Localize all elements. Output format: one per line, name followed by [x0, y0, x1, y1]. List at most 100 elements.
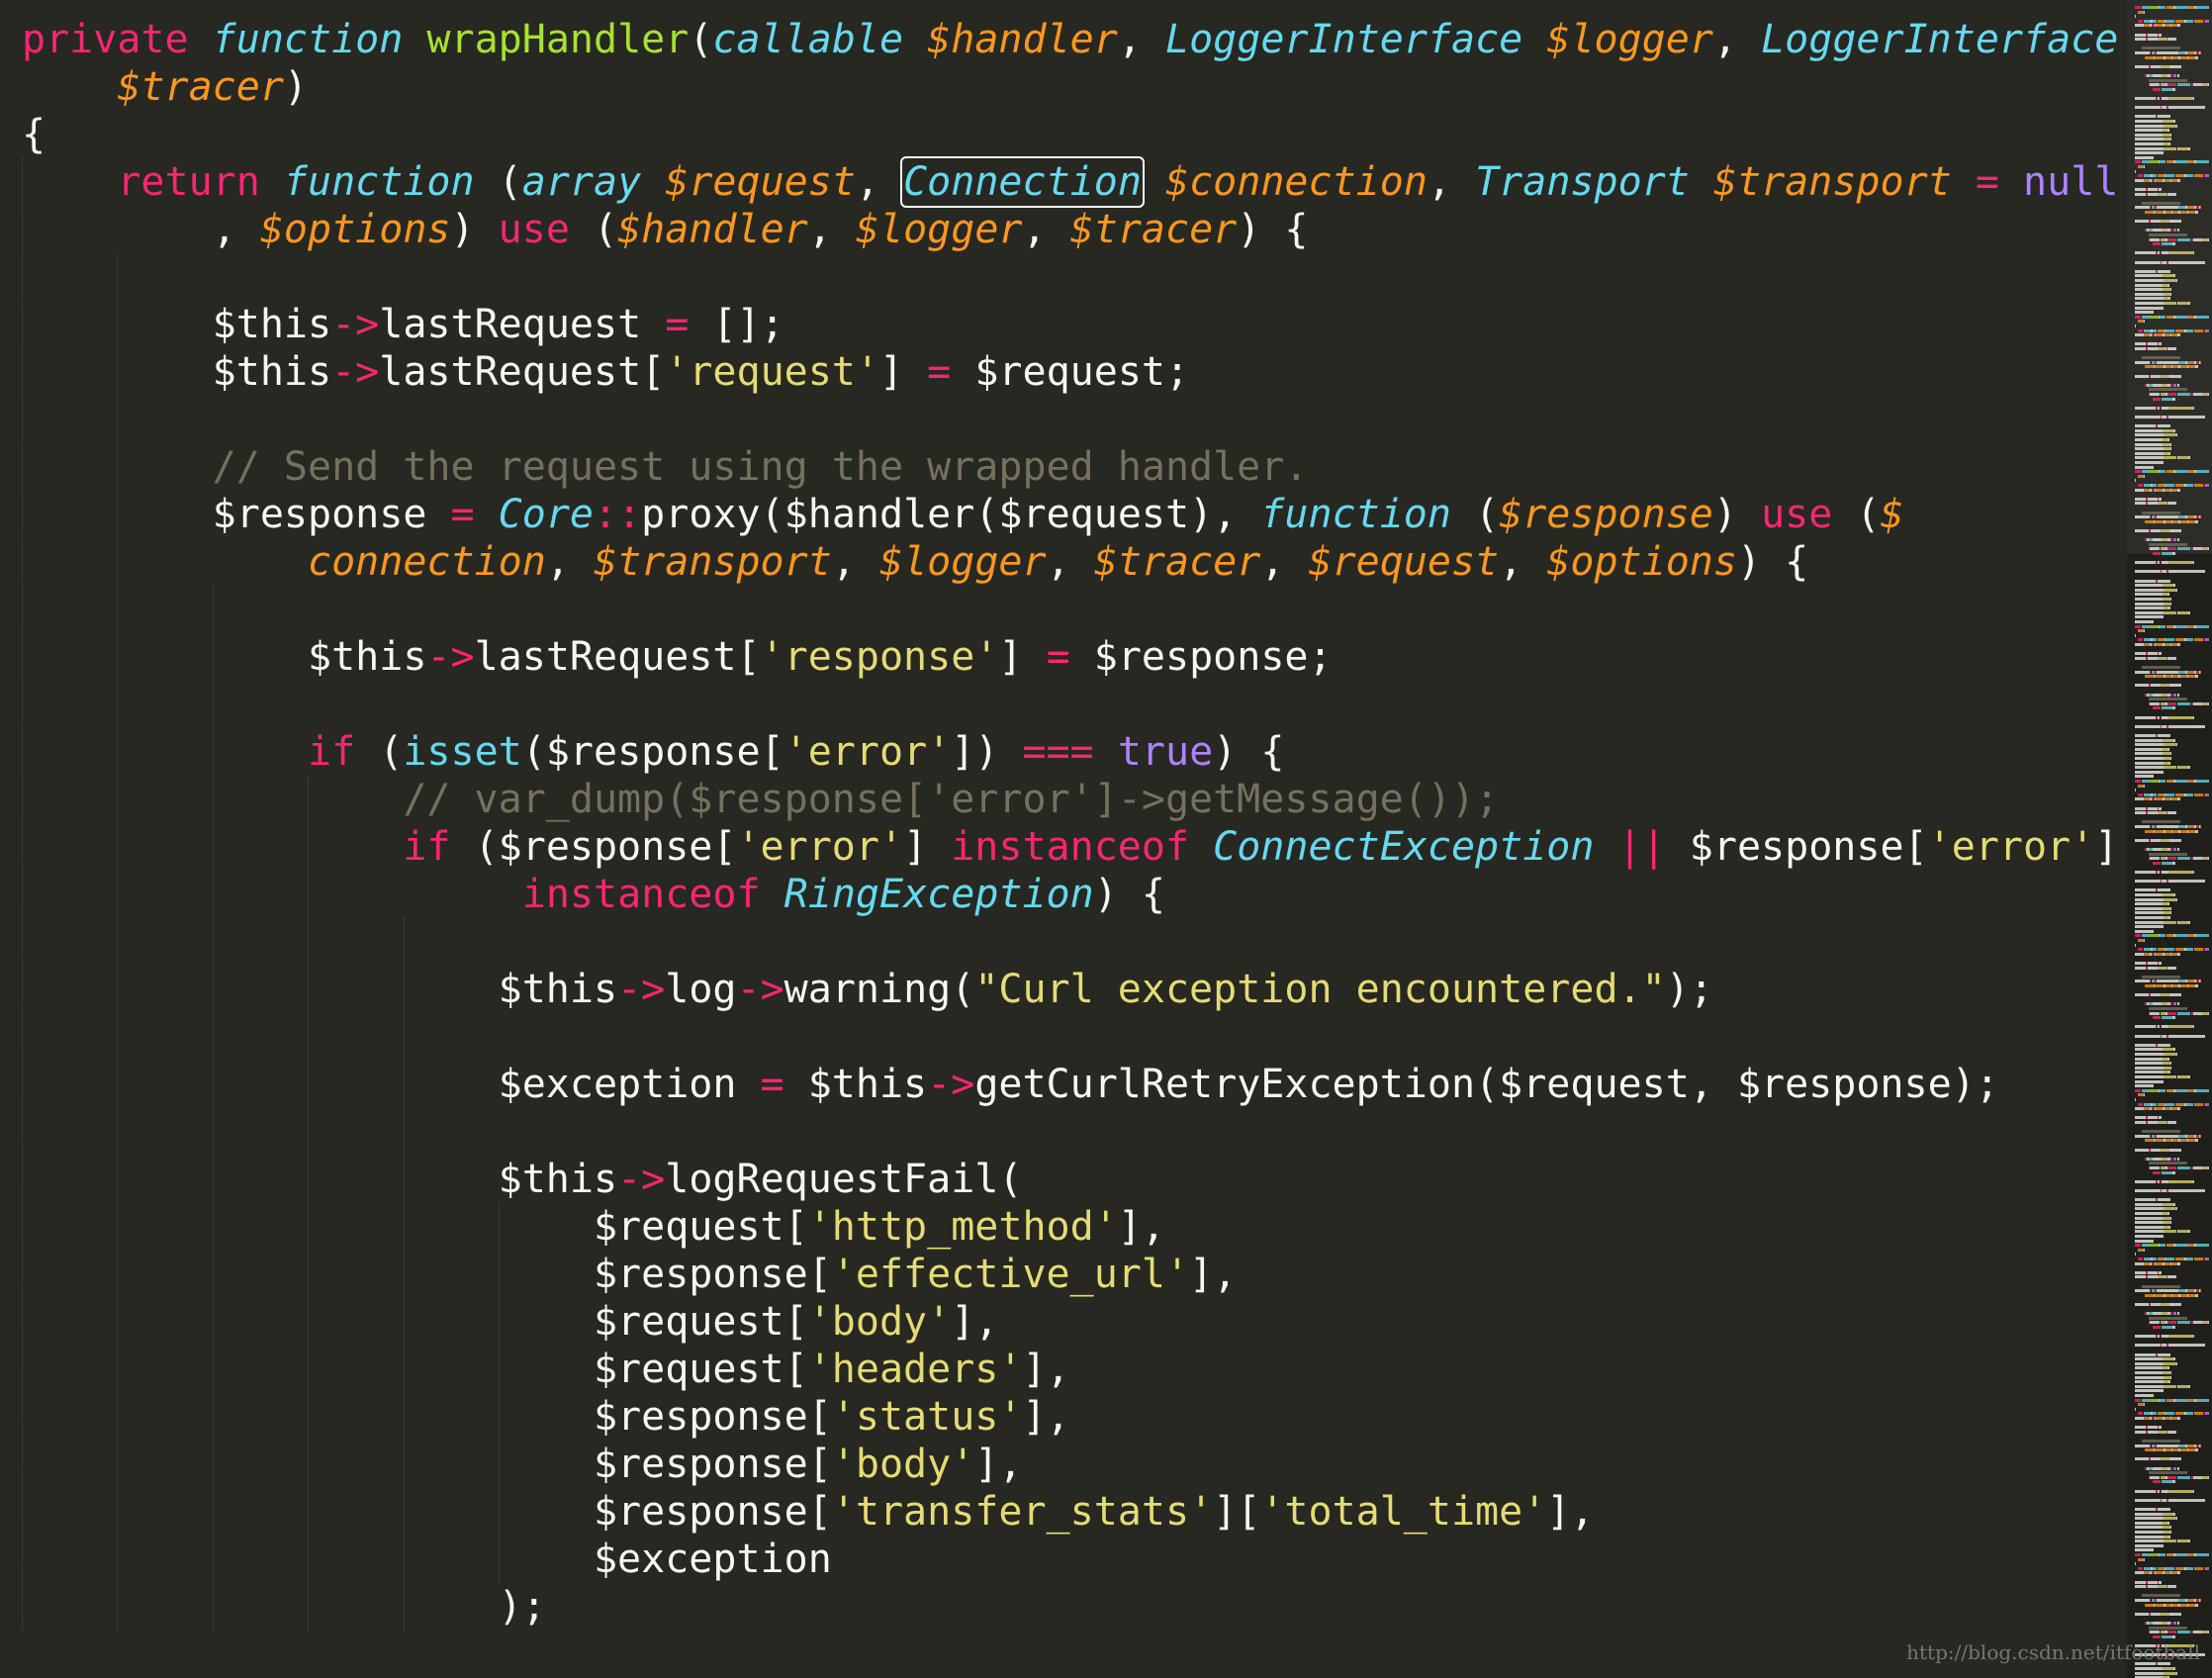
minimap-line — [2179, 365, 2187, 369]
minimap-line — [2135, 1612, 2150, 1616]
minimap-line — [2135, 64, 2150, 68]
minimap-line — [2135, 274, 2164, 278]
minimap-line — [2166, 1566, 2174, 1570]
code-line[interactable]: $response['body'], — [22, 1441, 2118, 1488]
minimap-line — [2188, 146, 2191, 150]
minimap-line — [2186, 515, 2195, 519]
minimap-line — [2144, 629, 2146, 633]
code-token: $response[ — [22, 1252, 832, 1297]
minimap-line — [2147, 811, 2158, 815]
code-line[interactable]: $response = Core::proxy($handler($reques… — [22, 491, 2118, 538]
minimap-line — [2162, 1480, 2173, 1484]
code-token: $handler — [927, 17, 1118, 62]
code-line[interactable]: return function (array $request, Connect… — [22, 156, 2118, 208]
code-line[interactable]: $response['status'], — [22, 1393, 2118, 1441]
code-line[interactable] — [22, 253, 2118, 301]
code-line[interactable]: instanceof RingException) { — [22, 871, 2118, 918]
minimap-line — [2148, 78, 2187, 82]
code-line[interactable]: $this->lastRequest = []; — [22, 301, 2118, 348]
code-line[interactable]: if (isset($response['error']) === true) … — [22, 728, 2118, 776]
minimap-line — [2157, 1444, 2179, 1447]
minimap-line — [2135, 1521, 2164, 1525]
code-line[interactable]: $response['transfer_stats']['total_time'… — [22, 1488, 2118, 1536]
minimap-line — [2163, 588, 2176, 592]
code-line[interactable]: // Send the request using the wrapped ha… — [22, 443, 2118, 491]
minimap-line — [2168, 106, 2205, 110]
minimap-line — [2135, 220, 2150, 224]
minimap-line — [2145, 211, 2154, 214]
minimap-line — [2135, 1116, 2147, 1120]
minimap-line — [2135, 433, 2164, 437]
minimap-line — [2157, 1585, 2166, 1589]
code-line[interactable]: , $options) use ($handler, $logger, $tra… — [22, 206, 2118, 253]
code-line[interactable]: ); — [22, 1583, 2118, 1631]
minimap-line — [2168, 1225, 2170, 1229]
minimap-line — [2150, 1289, 2152, 1293]
minimap-line — [2135, 1535, 2164, 1538]
minimap-line — [2135, 133, 2164, 137]
code-line[interactable] — [22, 396, 2118, 443]
code-line[interactable]: // var_dump($response['error']->getMessa… — [22, 776, 2118, 823]
code-line[interactable]: $request['body'], — [22, 1298, 2118, 1346]
code-line[interactable] — [22, 681, 2118, 728]
code-line[interactable]: if ($response['error'] instanceof Connec… — [22, 823, 2118, 871]
minimap-line — [2159, 1244, 2166, 1248]
minimap-line — [2207, 1166, 2209, 1169]
code-token: -> — [426, 634, 475, 680]
code-line[interactable]: $this->logRequestFail( — [22, 1156, 2118, 1203]
code-token: = — [760, 1062, 784, 1107]
minimap-line — [2144, 484, 2152, 487]
code-line[interactable] — [22, 1108, 2118, 1156]
minimap-line — [2150, 393, 2161, 396]
code-area[interactable]: private function wrapHandler(callable $h… — [22, 16, 2118, 1631]
minimap-line — [2163, 1539, 2177, 1543]
minimap-line — [2167, 38, 2176, 42]
code-line[interactable]: connection, $transport, $logger, $tracer… — [22, 538, 2118, 586]
minimap[interactable] — [2127, 0, 2212, 1678]
minimap-line — [2172, 861, 2175, 865]
minimap-line — [2141, 1130, 2180, 1134]
minimap-line — [2162, 861, 2173, 865]
minimap-line — [2147, 33, 2158, 37]
minimap-line — [2163, 1517, 2176, 1521]
code-line[interactable]: $response['effective_url'], — [22, 1251, 2118, 1298]
minimap-line — [2135, 1580, 2147, 1584]
minimap-line — [2166, 624, 2174, 628]
minimap-line — [2179, 1293, 2187, 1297]
minimap-line — [2161, 1303, 2169, 1306]
code-token: ) — [283, 64, 308, 110]
code-token: ) { — [1736, 539, 1809, 585]
minimap-line — [2174, 315, 2188, 319]
code-line[interactable]: $this->lastRequest['request'] = $request… — [22, 348, 2118, 396]
code-line[interactable]: $request['http_method'], — [22, 1203, 2118, 1251]
code-line[interactable] — [22, 918, 2118, 966]
code-line[interactable]: $this->log->warning("Curl exception enco… — [22, 966, 2118, 1013]
minimap-line — [2195, 365, 2198, 369]
minimap-line — [2167, 192, 2176, 196]
minimap-line — [2135, 775, 2154, 779]
code-editor[interactable]: private function wrapHandler(callable $h… — [0, 0, 2127, 1678]
minimap-line — [2138, 1258, 2144, 1260]
code-line[interactable]: { — [22, 111, 2118, 158]
minimap-line — [2169, 752, 2172, 756]
code-line[interactable]: $request['headers'], — [22, 1346, 2118, 1393]
minimap-line — [2172, 242, 2175, 246]
code-line[interactable] — [22, 1013, 2118, 1061]
code-line[interactable]: $tracer) — [22, 63, 2118, 111]
minimap-line — [2147, 656, 2158, 660]
minimap-line — [2157, 269, 2170, 273]
code-line[interactable]: $exception — [22, 1536, 2118, 1583]
minimap-line — [2156, 333, 2164, 337]
code-line[interactable]: $this->lastRequest['response'] = $respon… — [22, 633, 2118, 681]
minimap-line — [2163, 133, 2170, 137]
minimap-line — [2150, 1631, 2161, 1634]
minimap-line — [2135, 684, 2150, 688]
code-token: 'effective_url' — [831, 1252, 1190, 1297]
minimap-line — [2144, 1566, 2152, 1570]
code-line[interactable]: private function wrapHandler(callable $h… — [22, 16, 2118, 63]
code-line[interactable] — [22, 586, 2118, 633]
code-line[interactable]: $exception = $this->getCurlRetryExceptio… — [22, 1061, 2118, 1108]
code-token: ); — [1665, 967, 1713, 1012]
minimap-line — [2156, 643, 2164, 646]
minimap-line — [2179, 1603, 2187, 1607]
